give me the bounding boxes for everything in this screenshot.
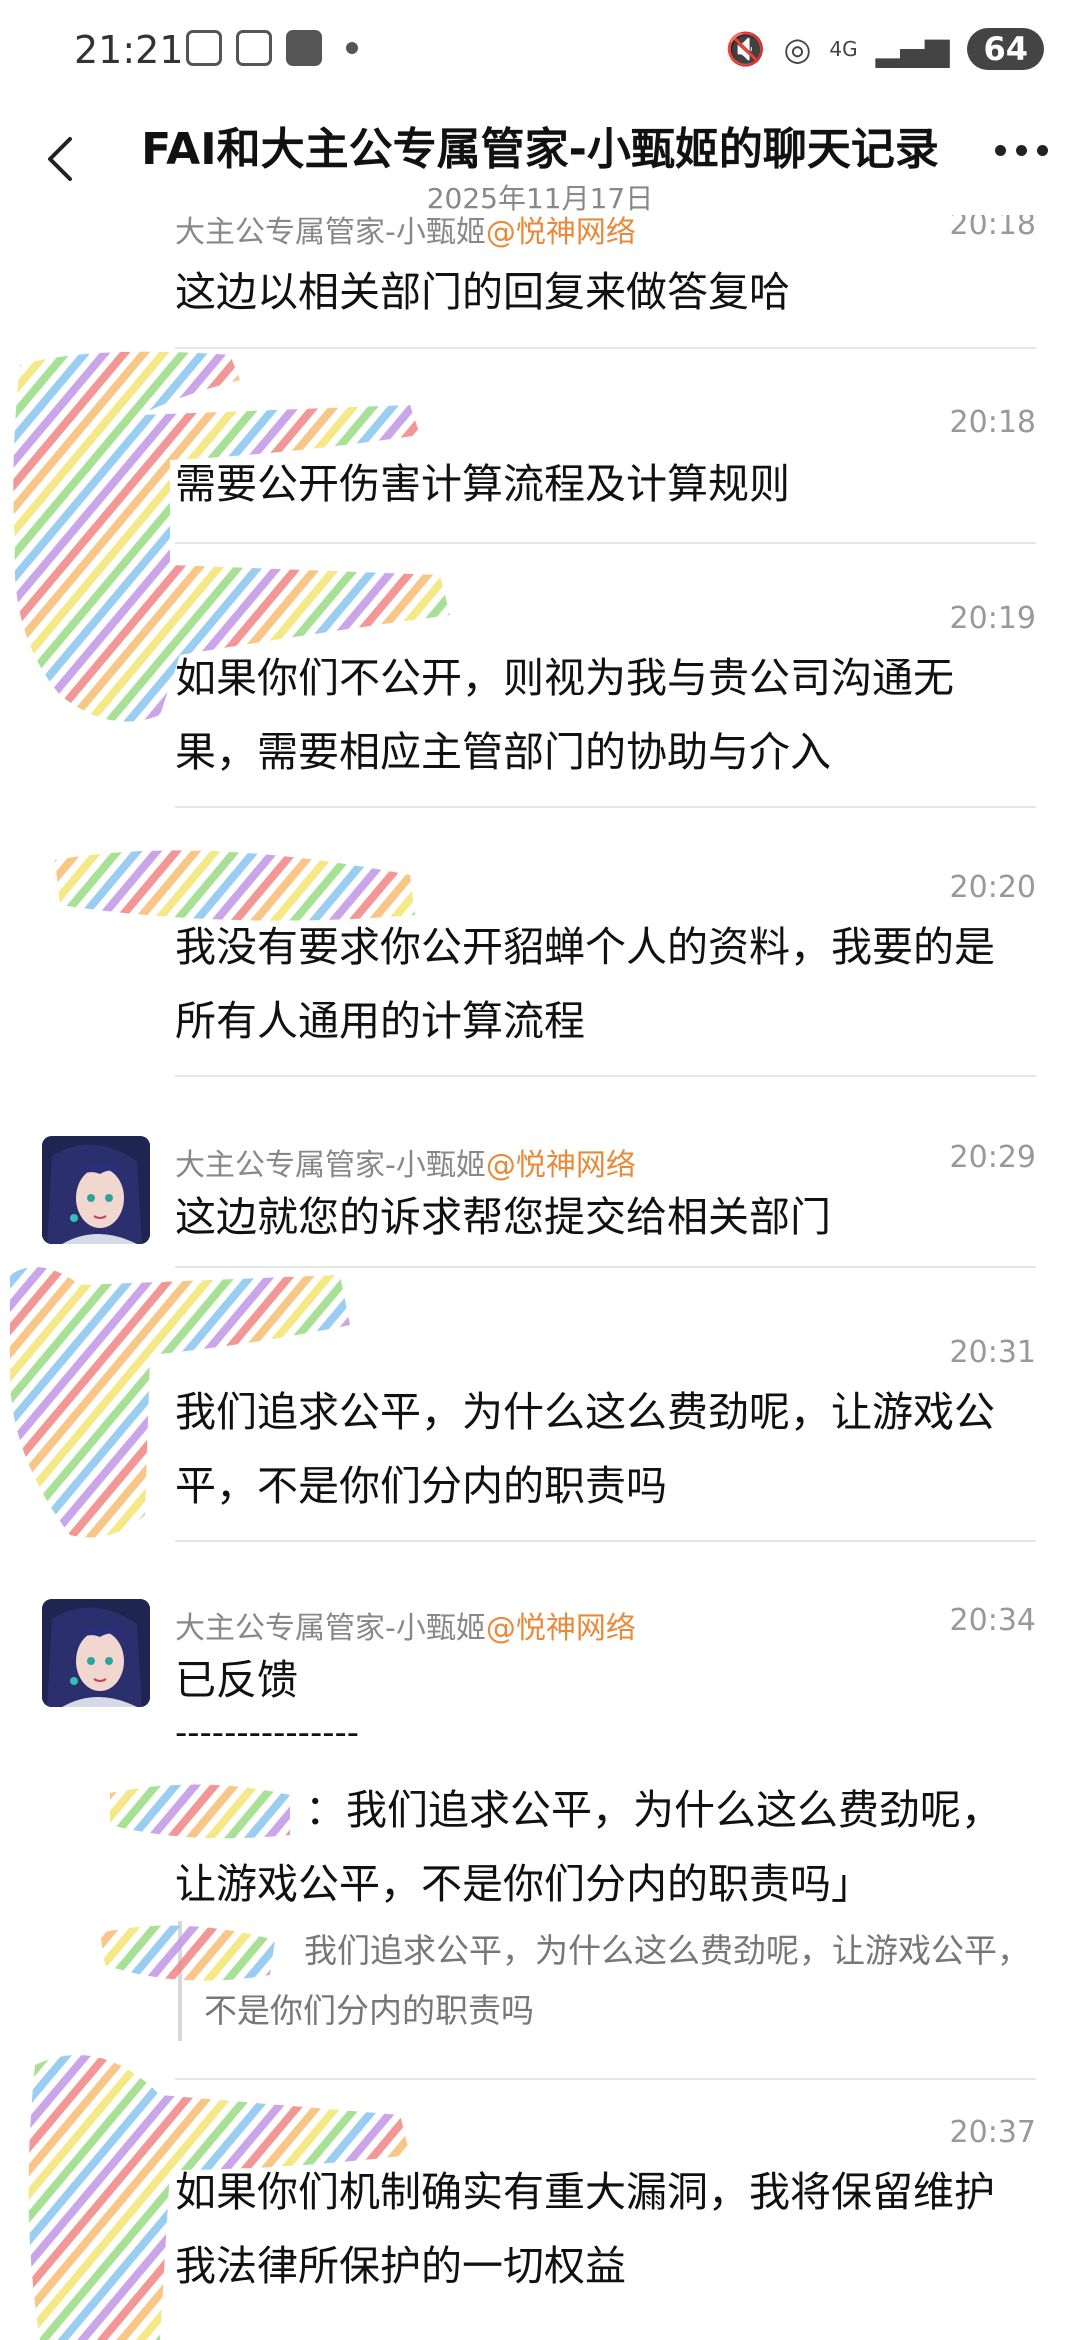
list-item: 20:37 如果你们机制确实有重大漏洞，我将保留维护我法律所保护的一切权益 xyxy=(0,2115,1080,2340)
hotspot-icon: ◎ xyxy=(783,30,812,68)
list-item: 大主公专属管家-小甄姬@悦神网络 20:29 这边就您的诉求帮您提交给相关部门 xyxy=(0,1136,1080,1340)
divider xyxy=(175,1075,1036,1077)
list-item: 20:20 我没有要求你公开貂蝉个人的资料，我要的是所有人通用的计算流程 xyxy=(0,870,1080,1140)
quoted-message[interactable]: 我们追求公平，为什么这么费劲呢，让游戏公平，不是你们分内的职责吗 xyxy=(178,1921,1044,2041)
list-item: 20:19 如果你们不公开，则视为我与贵公司沟通无果，需要相应主管部门的协助与介… xyxy=(0,601,1080,871)
message-text[interactable]: 这边就您的诉求帮您提交给相关部门 xyxy=(175,1180,1015,1254)
page-title: FAI和大主公专属管家-小甄姬的聊天记录 xyxy=(141,124,939,175)
sender-name: 大主公专属管家-小甄姬 xyxy=(175,215,486,250)
chat-header: FAI和大主公专属管家-小甄姬的聊天记录 2025年11月17日 xyxy=(0,105,1080,215)
message-text[interactable]: 已反馈 xyxy=(175,1643,1015,1717)
sender-tag: @悦神网络 xyxy=(485,215,636,250)
signal-icon: ▂▄▆ xyxy=(875,30,950,68)
list-item: 20:18 需要公开伤害计算流程及计算规则 xyxy=(0,405,1080,595)
network-type: 4G xyxy=(829,37,858,61)
message-text[interactable]: 如果你们机制确实有重大漏洞，我将保留维护我法律所保护的一切权益 xyxy=(175,2155,1015,2303)
battery-level: 64 xyxy=(967,28,1044,70)
divider xyxy=(175,1540,1036,1542)
message-time: 20:18 xyxy=(949,405,1036,440)
avatar-image xyxy=(42,1136,150,1244)
sender-tag: @悦神网络 xyxy=(485,1611,636,1646)
divider xyxy=(175,542,1036,544)
sender-name: 大主公专属管家-小甄姬 xyxy=(175,1148,486,1183)
mute-icon: 🔇 xyxy=(725,30,766,68)
screenshot-icon xyxy=(186,30,222,66)
divider xyxy=(175,806,1036,808)
divider xyxy=(175,1266,1036,1268)
message-time: 20:29 xyxy=(949,1140,1036,1175)
reply-separator: --------------- xyxy=(175,1713,360,1753)
apps-icon xyxy=(236,30,272,66)
avatar[interactable] xyxy=(42,1136,150,1244)
app-notification-icon xyxy=(286,30,322,66)
message-text[interactable]: 我们追求公平，为什么这么费劲呢，让游戏公平，不是你们分内的职责吗 xyxy=(175,1375,1015,1523)
message-text[interactable]: 我没有要求你公开貂蝉个人的资料，我要的是所有人通用的计算流程 xyxy=(175,910,1015,1058)
avatar-image xyxy=(42,1599,150,1707)
message-text[interactable]: 需要公开伤害计算流程及计算规则 xyxy=(175,447,1015,521)
sender-tag: @悦神网络 xyxy=(485,1148,636,1183)
divider xyxy=(175,347,1036,349)
message-time: 20:18 xyxy=(949,215,1036,242)
message-time: 20:20 xyxy=(949,870,1036,905)
more-notifications-icon xyxy=(346,42,358,54)
message-text[interactable]: 这边以相关部门的回复来做答复哈 xyxy=(175,255,1015,329)
list-item: 20:31 我们追求公平，为什么这么费劲呢，让游戏公平，不是你们分内的职责吗 xyxy=(0,1335,1080,1605)
divider xyxy=(175,2078,1036,2080)
status-time: 21:21 xyxy=(74,28,184,72)
message-time: 20:31 xyxy=(949,1335,1036,1370)
message-time: 20:34 xyxy=(949,1603,1036,1638)
message-time: 20:37 xyxy=(949,2115,1036,2150)
list-item: 大主公专属管家-小甄姬@悦神网络 20:18 这边以相关部门的回复来做答复哈 xyxy=(0,215,1080,357)
reply-text[interactable]: ：我们追求公平，为什么这么费劲呢，让游戏公平，不是你们分内的职责吗」 xyxy=(175,1773,1015,1921)
message-list[interactable]: 大主公专属管家-小甄姬@悦神网络 20:18 这边以相关部门的回复来做答复哈 2… xyxy=(0,215,1080,2340)
message-text[interactable]: 如果你们不公开，则视为我与贵公司沟通无果，需要相应主管部门的协助与介入 xyxy=(175,641,1015,789)
list-item: 大主公专属管家-小甄姬@悦神网络 20:34 已反馈 -------------… xyxy=(0,1599,1080,2083)
sender-name: 大主公专属管家-小甄姬 xyxy=(175,1611,486,1646)
chat-date: 2025年11月17日 xyxy=(426,182,654,215)
message-time: 20:19 xyxy=(949,601,1036,636)
status-bar: 21:21 🔇 ◎ 4G ▂▄▆ 64 xyxy=(0,0,1080,110)
avatar[interactable] xyxy=(42,1599,150,1707)
more-options-icon[interactable] xyxy=(995,145,1048,156)
